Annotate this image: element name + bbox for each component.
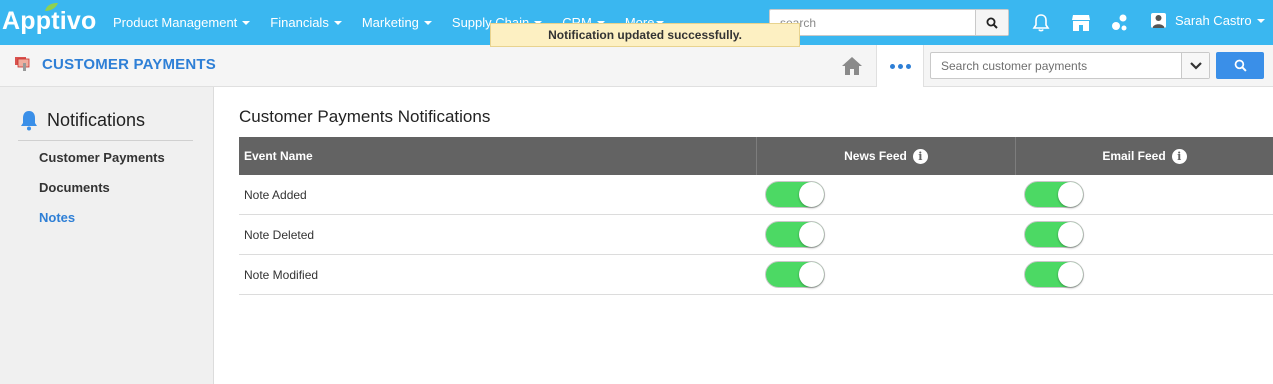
email-feed-cell [1016,255,1273,294]
global-search-button[interactable] [975,10,1008,35]
sidebar-item-documents[interactable]: Documents [39,180,110,195]
toggle-knob [799,182,824,207]
sidebar-heading-label: Notifications [47,110,146,130]
nav-financials[interactable]: Financials [270,0,342,45]
column-header-event-name: Event Name [239,137,757,175]
toggle-knob [799,262,824,287]
toggle-knob [1058,182,1083,207]
apps-button[interactable] [1109,12,1131,34]
section-title: Customer Payments Notifications [239,107,491,126]
email-feed-toggle[interactable] [1024,261,1084,288]
event-name: Note Added [244,187,307,202]
bell-icon [1032,14,1050,32]
sidebar-heading: Notifications [18,109,193,141]
store-button[interactable] [1070,12,1092,34]
sidebar: Notifications Customer Payments Document… [0,87,214,384]
column-header-news-feed: News Feed i [757,137,1016,175]
home-icon [841,56,862,75]
nav-label: Financials [270,15,329,30]
info-icon[interactable]: i [1171,148,1187,164]
toggle-knob [799,222,824,247]
search-filter-dropdown[interactable] [1181,53,1209,78]
bell-icon [21,111,37,131]
customer-payments-search-input[interactable] [931,53,1179,78]
table-row: Note Modified [239,255,1273,295]
caret-down-icon [333,20,342,25]
user-menu[interactable]: Sarah Castro [1151,13,1265,28]
user-icon [1152,15,1165,28]
dot-icon [905,63,911,69]
payments-icon [15,57,30,71]
column-header-label: Email Feed [1102,149,1166,163]
news-feed-toggle[interactable] [765,221,825,248]
column-header-label: News Feed [844,149,907,163]
sidebar-item-customer-payments[interactable]: Customer Payments [39,150,165,165]
event-name: Note Modified [244,267,319,282]
avatar [1151,13,1166,28]
email-feed-cell [1016,175,1273,214]
news-feed-toggle[interactable] [765,181,825,208]
search-icon [986,17,998,29]
news-feed-cell [757,175,1016,214]
global-search [769,9,1009,36]
success-toast: Notification updated successfully. [490,23,800,47]
customer-payments-search [930,52,1210,79]
global-search-input[interactable] [770,10,976,35]
search-icon [1234,59,1247,72]
leaf-icon [45,3,58,11]
table-row: Note Added [239,175,1273,215]
apps-icon [1112,14,1127,31]
dot-icon [889,63,895,69]
email-feed-cell [1016,215,1273,254]
app-header: CUSTOMER PAYMENTS [0,45,1273,87]
notifications-table: Event Name News Feed i Email Feed i Note… [239,137,1273,295]
nav-marketing[interactable]: Marketing [362,0,432,45]
toggle-knob [1058,222,1083,247]
caret-down-icon [423,20,432,25]
nav-product-management[interactable]: Product Management [113,0,251,45]
news-feed-cell [757,255,1016,294]
column-header-email-feed: Email Feed i [1016,137,1273,175]
table-header: Event Name News Feed i Email Feed i [239,137,1273,175]
news-feed-cell [757,215,1016,254]
home-button[interactable] [828,45,875,86]
notifications-button[interactable] [1030,12,1052,34]
chevron-down-icon [1189,61,1202,70]
more-options-button[interactable] [876,45,924,87]
sidebar-item-notes[interactable]: Notes [39,210,75,225]
page-title: CUSTOMER PAYMENTS [42,56,216,73]
nav-label: Marketing [361,15,419,30]
table-row: Note Deleted [239,215,1273,255]
caret-down-icon [242,20,251,25]
email-feed-toggle[interactable] [1024,181,1084,208]
apptivo-logo[interactable]: Apptivo [2,3,96,36]
user-name: Sarah Castro [1175,13,1252,28]
caret-down-icon [1256,18,1265,23]
search-submit-button[interactable] [1216,52,1264,79]
nav-label: Product Management [113,15,238,30]
store-icon [1072,15,1090,31]
news-feed-toggle[interactable] [765,261,825,288]
info-icon[interactable]: i [912,148,928,164]
event-name: Note Deleted [244,227,315,242]
toggle-knob [1058,262,1083,287]
dot-icon [897,63,903,69]
email-feed-toggle[interactable] [1024,221,1084,248]
